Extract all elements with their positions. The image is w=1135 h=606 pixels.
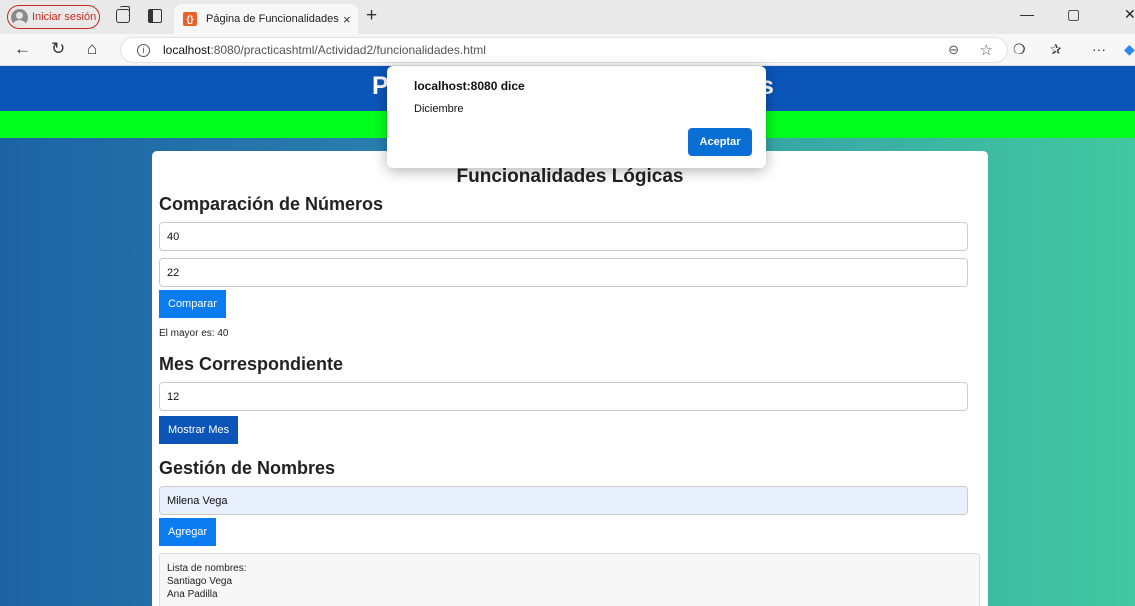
card-title: Funcionalidades Lógicas — [456, 166, 684, 187]
tab-close-icon[interactable]: × — [343, 12, 351, 27]
list-item: Santiago Vega — [167, 576, 233, 587]
name-input[interactable] — [159, 486, 968, 515]
names-heading: Gestión de Nombres — [159, 458, 336, 478]
collections-icon[interactable] — [116, 6, 130, 23]
vertical-tabs-icon[interactable] — [148, 9, 162, 23]
profile-icon — [11, 8, 28, 26]
home-icon[interactable]: ⌂ — [87, 39, 97, 59]
browser-essentials-icon[interactable]: ❍ — [1013, 41, 1026, 58]
dialog-ok-button[interactable]: Aceptar — [688, 128, 752, 156]
favorites-icon[interactable]: ✰ — [1050, 41, 1062, 58]
list-item: Ana Padilla — [167, 589, 218, 600]
restore-icon[interactable]: ▢ — [1067, 6, 1080, 23]
signin-button[interactable]: Iniciar sesión — [7, 5, 100, 29]
month-heading: Mes Correspondiente — [159, 354, 344, 374]
dialog-title: localhost:8080 dice — [414, 79, 525, 93]
address-bar-row: ← ↻ ⌂ i localhost:8080/practicashtml/Act… — [0, 34, 1135, 66]
tab-title: Página de Funcionalidades Lógicas — [206, 13, 341, 25]
names-list-title: Lista de nombres: — [167, 563, 247, 574]
compare-button[interactable]: Comparar — [159, 290, 226, 318]
browser-tab-bar: Iniciar sesión {} Página de Funcionalida… — [0, 0, 1135, 34]
main-card: Funcionalidades Lógicas Comparación de N… — [152, 151, 988, 606]
close-window-icon[interactable]: ✕ — [1124, 6, 1135, 23]
favicon-icon: {} — [183, 12, 197, 26]
more-menu-icon[interactable]: ··· — [1092, 41, 1106, 57]
comparison-heading: Comparación de Números — [159, 194, 384, 214]
add-name-button[interactable]: Agregar — [159, 518, 217, 546]
refresh-icon[interactable]: ↻ — [51, 39, 65, 59]
month-input[interactable] — [159, 382, 968, 411]
new-tab-button[interactable]: + — [366, 5, 377, 27]
back-icon[interactable]: ← — [14, 39, 31, 59]
number2-input[interactable] — [159, 258, 968, 287]
alert-dialog: localhost:8080 dice Diciembre Aceptar — [387, 66, 766, 168]
names-list: Lista de nombres: Santiago Vega Ana Padi… — [159, 553, 980, 606]
show-month-button[interactable]: Mostrar Mes — [159, 416, 239, 444]
url-text: localhost:8080/practicashtml/Actividad2/… — [163, 43, 486, 57]
number1-input[interactable] — [159, 222, 968, 251]
favorite-star-icon[interactable]: ☆ — [980, 41, 993, 59]
browser-tab-active[interactable]: {} Página de Funcionalidades Lógicas × — [174, 4, 358, 34]
minimize-icon[interactable]: — — [1020, 6, 1034, 22]
comparison-result: El mayor es: 40 — [159, 328, 229, 339]
dialog-message: Diciembre — [414, 103, 464, 115]
url-field[interactable]: i localhost:8080/practicashtml/Actividad… — [120, 37, 1008, 63]
copilot-icon[interactable]: ◆ — [1124, 41, 1135, 58]
site-info-icon[interactable]: i — [137, 43, 150, 57]
signin-label: Iniciar sesión — [32, 11, 97, 23]
zoom-icon[interactable]: ⊖ — [948, 42, 959, 58]
